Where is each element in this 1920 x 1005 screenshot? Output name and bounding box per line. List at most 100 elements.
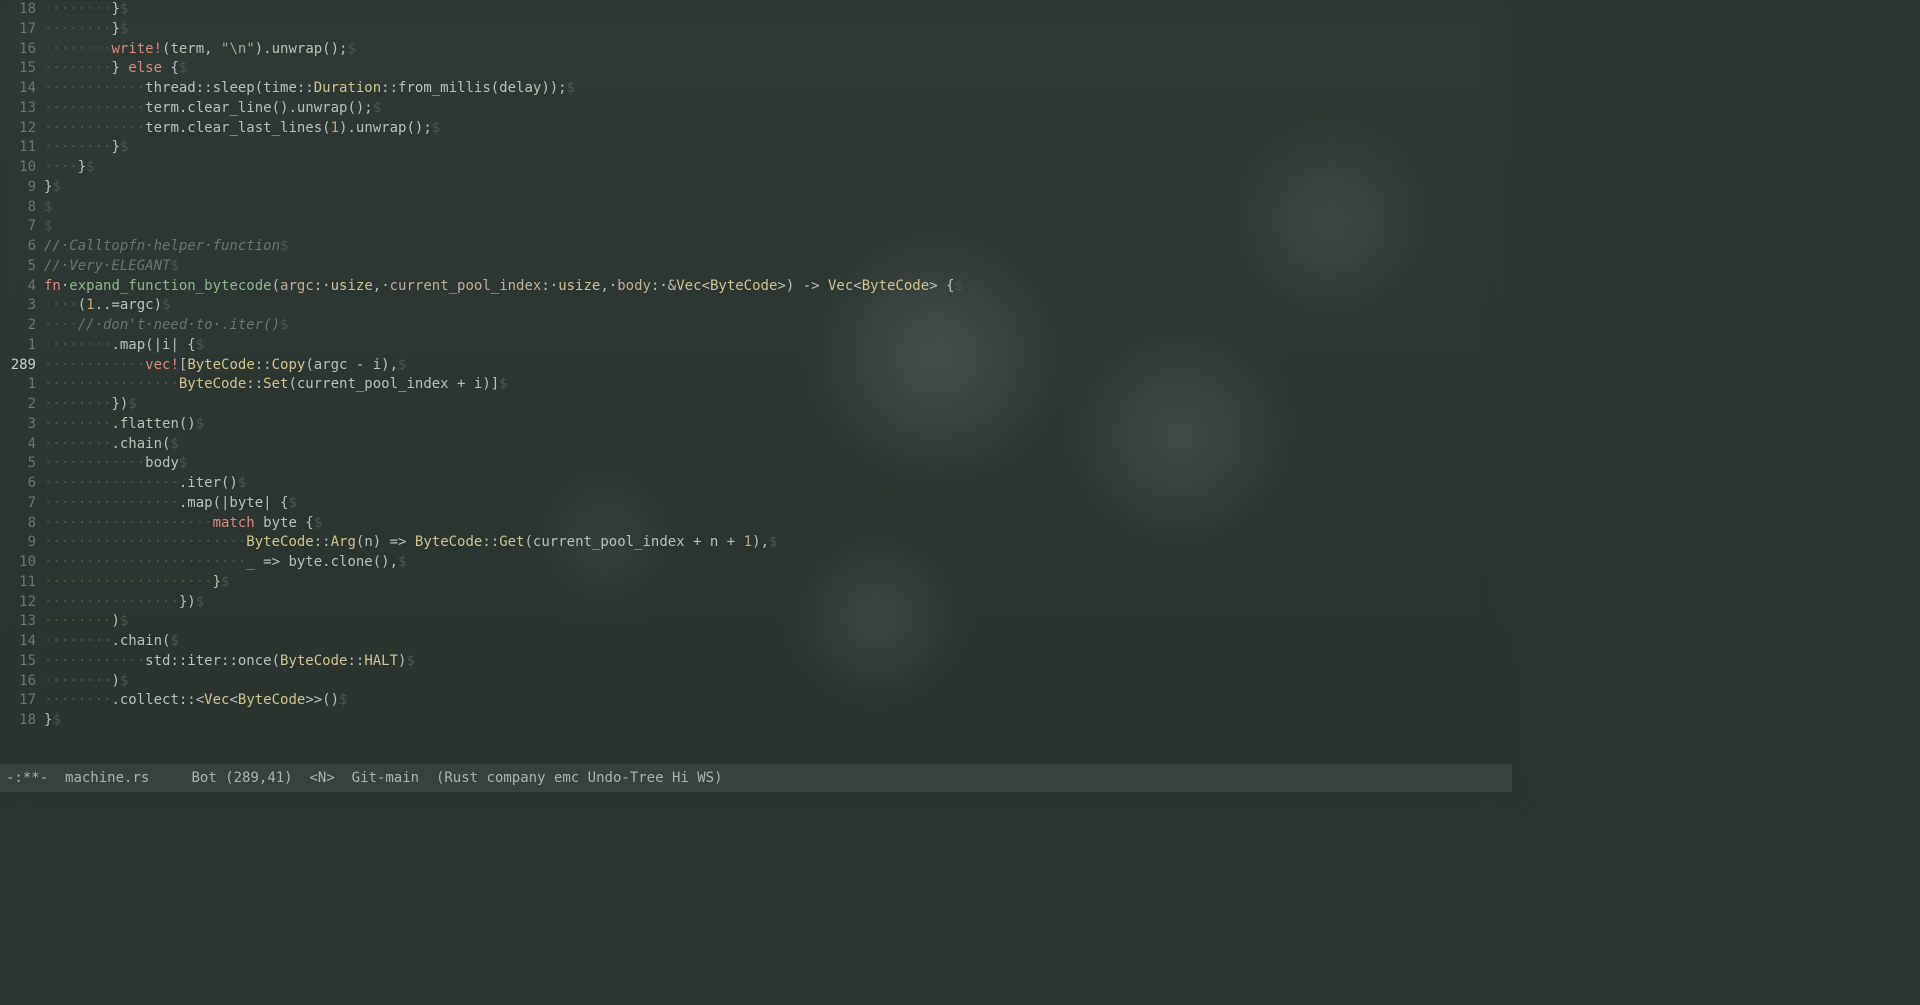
line-content: ············term.clear_last_lines(1).unw…: [44, 119, 440, 139]
eol-marker: $: [314, 515, 322, 531]
line-number: 7: [0, 494, 44, 514]
line-number: 2: [0, 316, 44, 336]
eol-marker: $: [120, 139, 128, 155]
code-line[interactable]: 9························ByteCode::Arg(n…: [0, 533, 1512, 553]
eol-marker: $: [398, 554, 406, 570]
eol-marker: $: [339, 692, 347, 708]
line-content: ········})$: [44, 395, 137, 415]
eol-marker: $: [179, 60, 187, 76]
modeline-modes: (Rust company emc Undo-Tree Hi WS): [436, 770, 723, 786]
code-line[interactable]: 4········.chain($: [0, 435, 1512, 455]
code-line[interactable]: 13········)$: [0, 612, 1512, 632]
line-number: 14: [0, 79, 44, 99]
line-number: 4: [0, 435, 44, 455]
line-number: 7: [0, 217, 44, 237]
code-line[interactable]: 10························_ => byte.clon…: [0, 553, 1512, 573]
code-line[interactable]: 7$: [0, 217, 1512, 237]
eol-marker: $: [120, 1, 128, 17]
line-content: ····}$: [44, 158, 95, 178]
modeline-evil-state: <N>: [309, 770, 334, 786]
line-content: fn·expand_function_bytecode(argc:·usize,…: [44, 277, 963, 297]
line-number: 11: [0, 573, 44, 593]
code-line[interactable]: 5············body$: [0, 454, 1512, 474]
line-content: ········.chain($: [44, 632, 179, 652]
eol-marker: $: [170, 436, 178, 452]
code-line[interactable]: 5//·Very·ELEGANT$: [0, 257, 1512, 277]
eol-marker: $: [280, 238, 288, 254]
code-line[interactable]: 7················.map(|byte| {$: [0, 494, 1512, 514]
line-number: 6: [0, 474, 44, 494]
line-number: 15: [0, 59, 44, 79]
code-line[interactable]: 18}$: [0, 711, 1512, 731]
line-content: }$: [44, 178, 61, 198]
line-content: ········}$: [44, 138, 128, 158]
line-number: 14: [0, 632, 44, 652]
line-number: 17: [0, 691, 44, 711]
line-number: 2: [0, 395, 44, 415]
code-line[interactable]: 10····}$: [0, 158, 1512, 178]
code-line[interactable]: 289············vec![ByteCode::Copy(argc …: [0, 356, 1512, 376]
code-line[interactable]: 17········}$: [0, 20, 1512, 40]
code-line[interactable]: 12············term.clear_last_lines(1).u…: [0, 119, 1512, 139]
code-line[interactable]: 8····················match byte {$: [0, 514, 1512, 534]
line-number: 5: [0, 257, 44, 277]
code-line[interactable]: 2····//·don't·need·to·.iter()$: [0, 316, 1512, 336]
line-number: 16: [0, 40, 44, 60]
code-line[interactable]: 15············std::iter::once(ByteCode::…: [0, 652, 1512, 672]
eol-marker: $: [44, 218, 52, 234]
line-number: 18: [0, 0, 44, 20]
line-content: //·Calltopfn·helper·function$: [44, 237, 288, 257]
eol-marker: $: [120, 21, 128, 37]
eol-marker: $: [499, 376, 507, 392]
code-line[interactable]: 9}$: [0, 178, 1512, 198]
code-line[interactable]: 6//·Calltopfn·helper·function$: [0, 237, 1512, 257]
line-content: ············body$: [44, 454, 187, 474]
code-line[interactable]: 2········})$: [0, 395, 1512, 415]
eol-marker: $: [179, 455, 187, 471]
code-line[interactable]: 1········.map(|i| {$: [0, 336, 1512, 356]
code-line[interactable]: 15········} else {$: [0, 59, 1512, 79]
code-buffer[interactable]: 18········}$17········}$16········write!…: [0, 0, 1512, 764]
code-line[interactable]: 4fn·expand_function_bytecode(argc:·usize…: [0, 277, 1512, 297]
line-content: ················ByteCode::Set(current_po…: [44, 375, 508, 395]
code-line[interactable]: 3····(1..=argc)$: [0, 296, 1512, 316]
code-line[interactable]: 17········.collect::<Vec<ByteCode>>()$: [0, 691, 1512, 711]
eol-marker: $: [120, 673, 128, 689]
code-line[interactable]: 6················.iter()$: [0, 474, 1512, 494]
line-content: ························_ => byte.clone(…: [44, 553, 406, 573]
code-line[interactable]: 16········)$: [0, 672, 1512, 692]
line-number: 12: [0, 593, 44, 613]
code-line[interactable]: 14············thread::sleep(time::Durati…: [0, 79, 1512, 99]
line-number: 9: [0, 533, 44, 553]
code-line[interactable]: 12················})$: [0, 593, 1512, 613]
eol-marker: $: [170, 633, 178, 649]
code-line[interactable]: 18········}$: [0, 0, 1512, 20]
line-number: 1: [0, 375, 44, 395]
eol-marker: $: [196, 416, 204, 432]
mode-line: -:**- machine.rs Bot (289,41) <N> Git-ma…: [0, 764, 1512, 792]
line-content: ········.flatten()$: [44, 415, 204, 435]
eol-marker: $: [170, 258, 178, 274]
code-line[interactable]: 11········}$: [0, 138, 1512, 158]
code-line[interactable]: 3········.flatten()$: [0, 415, 1512, 435]
code-line[interactable]: 14········.chain($: [0, 632, 1512, 652]
eol-marker: $: [86, 159, 94, 175]
line-content: ········write!(term, "\n").unwrap();$: [44, 40, 356, 60]
eol-marker: $: [432, 120, 440, 136]
eol-marker: $: [44, 199, 52, 215]
code-line[interactable]: 1················ByteCode::Set(current_p…: [0, 375, 1512, 395]
code-line[interactable]: 16········write!(term, "\n").unwrap();$: [0, 40, 1512, 60]
code-line[interactable]: 11····················}$: [0, 573, 1512, 593]
line-number: 3: [0, 415, 44, 435]
eol-marker: $: [406, 653, 414, 669]
line-number: 13: [0, 612, 44, 632]
code-line[interactable]: 8$: [0, 198, 1512, 218]
line-content: ········} else {$: [44, 59, 187, 79]
line-number: 10: [0, 553, 44, 573]
line-number: 6: [0, 237, 44, 257]
line-content: ········.map(|i| {$: [44, 336, 204, 356]
eol-marker: $: [196, 594, 204, 610]
code-line[interactable]: 13············term.clear_line().unwrap()…: [0, 99, 1512, 119]
line-number: 3: [0, 296, 44, 316]
eol-marker: $: [52, 179, 60, 195]
